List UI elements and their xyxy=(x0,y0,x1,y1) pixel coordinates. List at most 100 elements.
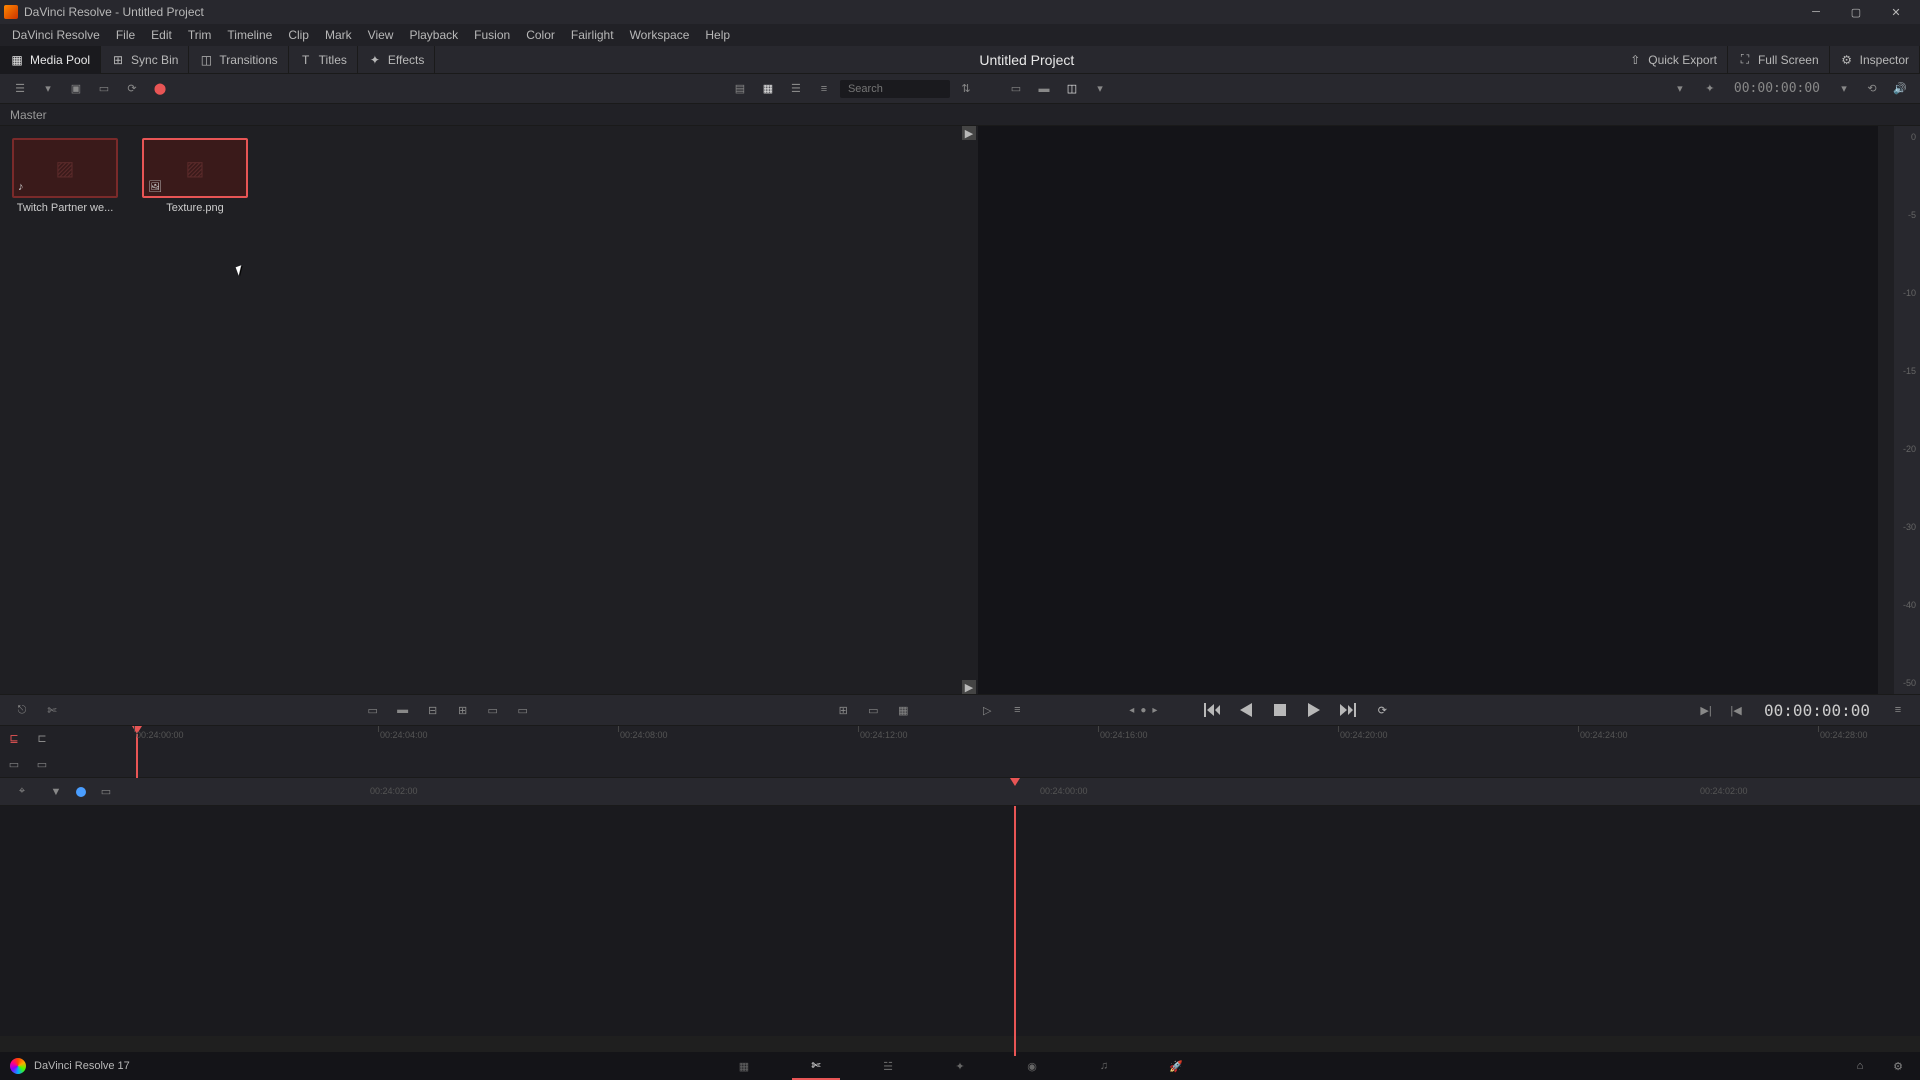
crop-button[interactable]: ▦ xyxy=(891,698,915,722)
source-tape-button[interactable]: ▭ xyxy=(1004,77,1028,101)
playhead-line[interactable] xyxy=(1014,806,1016,1056)
menu-fairlight[interactable]: Fairlight xyxy=(563,25,622,45)
tools-button[interactable]: ⊞ xyxy=(831,698,855,722)
loop-button[interactable]: ⟳ xyxy=(1367,697,1397,723)
page-tab-color[interactable]: ◉ xyxy=(1008,1052,1056,1080)
page-tab-deliver[interactable]: 🚀 xyxy=(1152,1052,1200,1080)
menu-fusion[interactable]: Fusion xyxy=(466,25,518,45)
transition-button[interactable]: ▭ xyxy=(861,698,885,722)
sliders-button[interactable]: ≡ xyxy=(1005,698,1029,722)
effects-button[interactable]: ✦ Effects xyxy=(358,46,435,74)
menu-view[interactable]: View xyxy=(360,25,402,45)
next-marker-button[interactable]: ▶| xyxy=(1694,698,1718,722)
track-color-dot[interactable] xyxy=(76,787,86,797)
menu-timeline[interactable]: Timeline xyxy=(219,25,280,45)
upper-timeline-ruler[interactable]: ⊑ ⊏ ▭ ▭ 00:24:00:0000:24:04:0000:24:08:0… xyxy=(0,726,1920,778)
timeline-options-button[interactable]: ≡ xyxy=(1886,698,1910,722)
page-tab-fusion[interactable]: ✦ xyxy=(936,1052,984,1080)
dual-viewer-button[interactable]: ◫ xyxy=(1060,77,1084,101)
menu-help[interactable]: Help xyxy=(697,25,738,45)
sync-bin-button[interactable]: ⊞ Sync Bin xyxy=(101,46,189,74)
import-media-button[interactable]: ▣ xyxy=(64,77,88,101)
sync-button[interactable]: ⟳ xyxy=(120,77,144,101)
lower-timeline-ruler[interactable]: ⌖ ▼ ▭ 00:24:02:0000:24:00:0000:24:02:00 xyxy=(0,778,1920,806)
go-to-end-button[interactable] xyxy=(1333,697,1363,723)
go-to-start-button[interactable] xyxy=(1197,697,1227,723)
track-header-sync[interactable]: ⊏ xyxy=(28,726,56,752)
breadcrumb[interactable]: Master xyxy=(0,104,1920,126)
menu-workspace[interactable]: Workspace xyxy=(622,25,698,45)
source-overwrite-button[interactable]: ▭ xyxy=(511,698,535,722)
menu-mark[interactable]: Mark xyxy=(317,25,360,45)
page-tab-cut[interactable]: ✄ xyxy=(792,1052,840,1080)
chevron-down-icon[interactable]: ▾ xyxy=(36,77,60,101)
menu-playback[interactable]: Playback xyxy=(401,25,466,45)
smart-insert-button[interactable]: ▭ xyxy=(361,698,385,722)
tc-options-button[interactable]: ▾ xyxy=(1832,77,1856,101)
menu-davinci-resolve[interactable]: DaVinci Resolve xyxy=(4,25,108,45)
menu-file[interactable]: File xyxy=(108,25,143,45)
minimize-button[interactable]: ─ xyxy=(1796,0,1836,24)
sort-button[interactable]: ⇅ xyxy=(954,77,978,101)
page-tab-fairlight[interactable]: ♫ xyxy=(1080,1052,1128,1080)
mark-in-handle[interactable]: ▶ xyxy=(962,126,976,140)
page-tab-edit[interactable]: ☱ xyxy=(864,1052,912,1080)
viewer-options-button[interactable]: ▾ xyxy=(1088,77,1112,101)
track-header-lock[interactable]: ⊑ xyxy=(0,726,28,752)
append-button[interactable]: ▬ xyxy=(391,698,415,722)
titles-button[interactable]: T Titles xyxy=(289,46,358,74)
menu-edit[interactable]: Edit xyxy=(143,25,180,45)
snapping-button[interactable]: ⌖ xyxy=(8,785,36,798)
source-clip-button[interactable]: ▬ xyxy=(1032,77,1056,101)
project-settings-button[interactable]: ⚙ xyxy=(1886,1054,1910,1078)
boring-detector-button[interactable]: ⎋ xyxy=(10,698,34,722)
clip-item[interactable]: ▨ 🖼 Texture.png xyxy=(142,138,262,214)
step-back-button[interactable] xyxy=(1231,697,1261,723)
viewer[interactable] xyxy=(978,126,1878,694)
strip-view-button[interactable]: ☰ xyxy=(784,77,808,101)
clip-thumbnail[interactable]: ▨ ♪ xyxy=(12,138,118,198)
play-button[interactable] xyxy=(1299,697,1329,723)
ripple-overwrite-button[interactable]: ⊟ xyxy=(421,698,445,722)
full-screen-button[interactable]: ⛶ Full Screen xyxy=(1728,46,1830,74)
place-on-top-button[interactable]: ▭ xyxy=(481,698,505,722)
clip-dropdown[interactable]: ▾ xyxy=(1668,77,1692,101)
timecode-large[interactable]: 00:00:00:00 xyxy=(1764,701,1870,720)
clip-item[interactable]: ▨ ♪ Twitch Partner we... xyxy=(12,138,132,214)
menu-clip[interactable]: Clip xyxy=(280,25,317,45)
menu-color[interactable]: Color xyxy=(518,25,563,45)
speaker-icon[interactable]: 🔊 xyxy=(1888,77,1912,101)
close-up-button[interactable]: ⊞ xyxy=(451,698,475,722)
record-button[interactable]: ⬤ xyxy=(148,77,172,101)
prev-marker-button[interactable]: |◀ xyxy=(1724,698,1748,722)
transitions-button[interactable]: ◫ Transitions xyxy=(189,46,288,74)
clip-thumbnail[interactable]: ▨ 🖼 xyxy=(142,138,248,198)
thumbnail-view-button[interactable]: ▦ xyxy=(756,77,780,101)
flag-button[interactable]: ▭ xyxy=(92,785,120,798)
page-tab-media[interactable]: ▦ xyxy=(720,1052,768,1080)
search-input[interactable] xyxy=(840,80,950,98)
maximize-button[interactable]: ▢ xyxy=(1836,0,1876,24)
split-clip-button[interactable]: ✄ xyxy=(40,698,64,722)
menu-trim[interactable]: Trim xyxy=(180,25,220,45)
quick-export-button[interactable]: ⇧ Quick Export xyxy=(1618,46,1728,74)
loop-tc-button[interactable]: ⟲ xyxy=(1860,77,1884,101)
track-audio-toggle[interactable]: ▭ xyxy=(28,752,56,778)
timeline-tracks[interactable] xyxy=(0,806,1920,1036)
timecode-small[interactable]: 00:00:00:00 xyxy=(1726,81,1828,96)
bypass-fx-button[interactable]: ✦ xyxy=(1698,77,1722,101)
close-button[interactable]: ✕ xyxy=(1876,0,1916,24)
bin-list-button[interactable]: ☰ xyxy=(8,77,32,101)
next-clip-nav[interactable]: ▸ xyxy=(1152,705,1157,716)
dynamic-zoom-button[interactable]: ▷ xyxy=(975,698,999,722)
home-button[interactable]: ⌂ xyxy=(1848,1054,1872,1078)
stop-button[interactable] xyxy=(1265,697,1295,723)
mark-out-handle[interactable]: ▶ xyxy=(962,680,976,694)
track-video-toggle[interactable]: ▭ xyxy=(0,752,28,778)
media-pool[interactable]: ▨ ♪ Twitch Partner we... ▨ 🖼 Texture.png xyxy=(0,126,962,694)
import-folder-button[interactable]: ▭ xyxy=(92,77,116,101)
inspector-button[interactable]: ⚙ Inspector xyxy=(1830,46,1920,74)
media-pool-button[interactable]: ▦ Media Pool xyxy=(0,46,101,74)
prev-clip-nav[interactable]: ◂ xyxy=(1129,705,1134,716)
marker-button[interactable]: ▼ xyxy=(42,786,70,798)
